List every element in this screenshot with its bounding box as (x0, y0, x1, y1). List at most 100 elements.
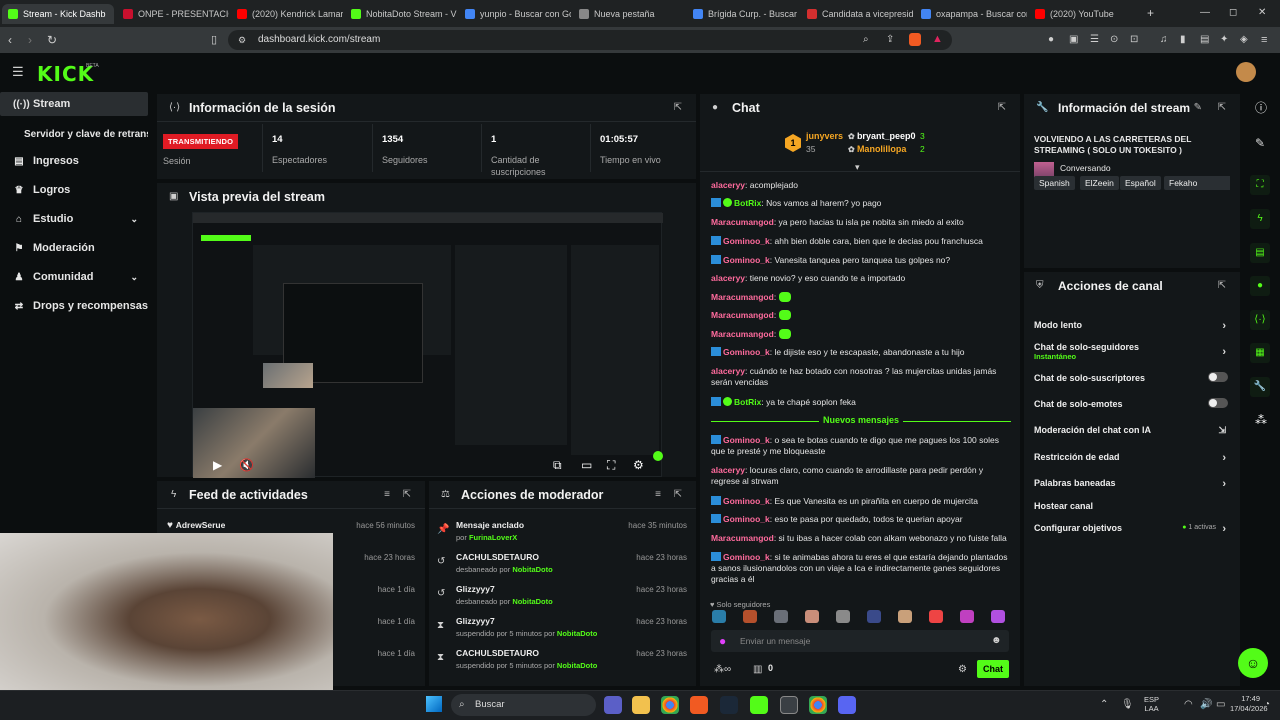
filter-icon[interactable]: ≡ (384, 489, 390, 500)
chat-message[interactable]: Maracumangod: (711, 329, 1011, 340)
chat-username[interactable]: Gominoo_k (723, 552, 770, 562)
file-explorer-icon[interactable] (632, 696, 650, 714)
emote-icon[interactable] (960, 610, 974, 623)
chat-username[interactable]: Maracumangod (711, 310, 774, 320)
chat-username[interactable]: Maracumangod (711, 329, 774, 339)
chevron-down-icon[interactable]: ⌄ (130, 272, 138, 283)
add-widget-icon[interactable]: ⁂ (1255, 414, 1267, 426)
mod-action-row[interactable]: ⧗ CACHULSDETAURO suspendido por 5 minutos … (437, 648, 689, 676)
chat-message[interactable]: alaceryy: locuras claro, como cuando te … (711, 465, 1011, 487)
chat-message[interactable]: Maracumangod: si tu ibas a hacer colab c… (711, 533, 1011, 544)
toggle-switch[interactable] (1208, 398, 1228, 408)
chat-username[interactable]: Gominoo_k (723, 255, 770, 265)
channel-action[interactable]: Restricción de edad › (1034, 452, 1230, 466)
brave-icon[interactable] (690, 696, 708, 714)
chat-username[interactable]: alaceryy (711, 180, 745, 190)
top-chatter-name[interactable]: junyvers (806, 131, 843, 141)
channel-action[interactable]: Configurar objetivos ● 1 activas › (1034, 523, 1230, 537)
mod-action-row[interactable]: ⧗ Glizzyyy7 suspendido por 5 minutos por N… (437, 616, 689, 644)
browser-tab[interactable]: (2020) Kendrick Lamar (231, 4, 343, 24)
fullscreen-icon[interactable]: ⛶ (607, 459, 615, 471)
toggle-switch[interactable] (1208, 372, 1228, 382)
chat-username[interactable]: Maracumangod (711, 292, 774, 302)
chat-username[interactable]: Maracumangod (711, 217, 774, 227)
chat-message[interactable]: alaceryy: cuándo te haz botado con nosot… (711, 366, 1011, 388)
chat-username[interactable]: Gominoo_k (723, 435, 770, 445)
leo-icon[interactable]: ✦ (1220, 34, 1228, 46)
new-tab-icon[interactable]: + (1147, 7, 1154, 19)
tray-chevron-icon[interactable]: ⌃ (1100, 699, 1108, 711)
extension-icon[interactable]: ● (1048, 34, 1054, 46)
mod-action-row[interactable]: ↺ Glizzyyy7 desbaneado por NobitaDoto hace … (437, 584, 689, 612)
play-icon[interactable]: ▶ (213, 459, 222, 471)
rail-button[interactable]: ▤ (1250, 243, 1270, 263)
external-link-icon[interactable]: ⇲ (1218, 425, 1226, 436)
chat-message[interactable]: BotRix: ya te chapé soplon feka (711, 397, 1011, 408)
mod-action-by[interactable]: NobitaDoto (512, 597, 552, 606)
extension-icon[interactable]: ☰ (1090, 34, 1099, 46)
gift-icon[interactable]: ▥ (753, 664, 762, 676)
language-indicator[interactable]: ESP LAA (1144, 695, 1159, 713)
music-icon[interactable]: ♫ (1160, 34, 1168, 46)
chat-username[interactable]: BotRix (734, 198, 761, 208)
url-bar[interactable]: ⚙ dashboard.kick.com/stream ⌕ ⇪ ▲ (228, 30, 952, 50)
kick-icon[interactable] (750, 696, 768, 714)
pip-icon[interactable]: ⧉ (553, 459, 562, 471)
taskbar-search[interactable]: ⌕ Buscar (451, 694, 596, 716)
chat-username[interactable]: Gominoo_k (723, 347, 770, 357)
emote-icon[interactable] (867, 610, 881, 623)
sidebar-item[interactable]: Servidor y clave de retransmi (0, 122, 148, 146)
sidebar-item[interactable]: ⚑ Moderación (0, 236, 148, 260)
mod-action-row[interactable]: 📌 Mensaje anclado por FurinaLoverX hace 35 … (437, 520, 689, 548)
emote-icon[interactable] (805, 610, 819, 623)
chat-message[interactable]: Gominoo_k: le dijiste eso y te escapaste… (711, 347, 1011, 358)
chat-message[interactable]: BotRix: Nos vamos al harem? yo pago (711, 198, 1011, 209)
chrome-icon[interactable] (661, 696, 679, 714)
chat-message[interactable]: Gominoo_k: Es que Vanesita es un piraňit… (711, 496, 1011, 507)
emote-icon[interactable] (712, 610, 726, 623)
chat-message[interactable]: Gominoo_k: eso te pasa por quedado, todo… (711, 514, 1011, 525)
tag[interactable]: ElZeein (1080, 176, 1119, 190)
top-chatter-name[interactable]: ✿ Manolillopa (848, 144, 906, 156)
channel-action[interactable]: Hostear canal (1034, 501, 1230, 515)
send-chat-button[interactable]: Chat (977, 660, 1009, 678)
bookmark-icon[interactable]: ▯ (211, 34, 217, 46)
filter-icon[interactable]: ≡ (655, 489, 661, 500)
feed-row[interactable]: ♥ AdrewSerue hace 56 minutos (167, 520, 417, 531)
sidebar-item[interactable]: ⌂ Estudio ⌄ (0, 207, 148, 231)
maximize-icon[interactable]: ◻ (1229, 7, 1237, 19)
site-info-icon[interactable]: ⚙ (238, 34, 246, 46)
extension-icon[interactable]: ⊡ (1130, 34, 1138, 46)
emote-icon[interactable] (743, 610, 757, 623)
mod-action-by[interactable]: FurinaLoverX (469, 533, 517, 542)
hamburger-menu-icon[interactable]: ☰ (12, 65, 24, 78)
support-chat-button[interactable]: ☺ (1238, 648, 1268, 678)
chat-settings-icon[interactable]: ⚙ (958, 664, 967, 676)
mod-action-by[interactable]: NobitaDoto (557, 661, 597, 670)
wallet-icon[interactable]: ▤ (1200, 34, 1209, 46)
channel-action[interactable]: Chat de solo-suscriptores (1034, 372, 1230, 387)
emote-icon[interactable] (898, 610, 912, 623)
chevron-right-icon[interactable]: › (1222, 320, 1226, 332)
steam-icon[interactable] (720, 696, 738, 714)
zoom-search-icon[interactable]: ⌕ (863, 34, 869, 46)
wifi-icon[interactable]: ◠ (1184, 699, 1193, 711)
forward-icon[interactable]: › (28, 34, 32, 46)
chevron-right-icon[interactable]: › (1222, 478, 1226, 490)
category-name[interactable]: Conversando (1060, 163, 1111, 173)
browser-tab[interactable]: NobitaDoto Stream - V (345, 4, 457, 24)
chat-message[interactable]: Maracumangod: (711, 310, 1011, 321)
emote-icon[interactable] (836, 610, 850, 623)
chat-message[interactable]: Gominoo_k: si te animabas ahora tu eres … (711, 552, 1011, 585)
chat-username[interactable]: alaceryy (711, 366, 745, 376)
browser-tab[interactable]: Candidata a vicepresid (801, 4, 913, 24)
tag[interactable]: Spanish (1034, 176, 1075, 190)
channel-action[interactable]: Moderación del chat con IA ⇲ (1034, 425, 1230, 439)
battery-icon[interactable]: ▭ (1216, 699, 1225, 711)
sidebar-icon[interactable]: ▮ (1180, 34, 1186, 46)
chat-message[interactable]: Maracumangod: (711, 292, 1011, 303)
expand-icon[interactable]: ⇱ (403, 489, 411, 500)
top-chatter-name[interactable]: ✿ bryant_peep0 (848, 131, 915, 143)
chat-message[interactable]: Gominoo_k: ahh bien doble cara, bien que… (711, 236, 1011, 247)
sidebar-item[interactable]: ♛ Logros (0, 178, 148, 202)
